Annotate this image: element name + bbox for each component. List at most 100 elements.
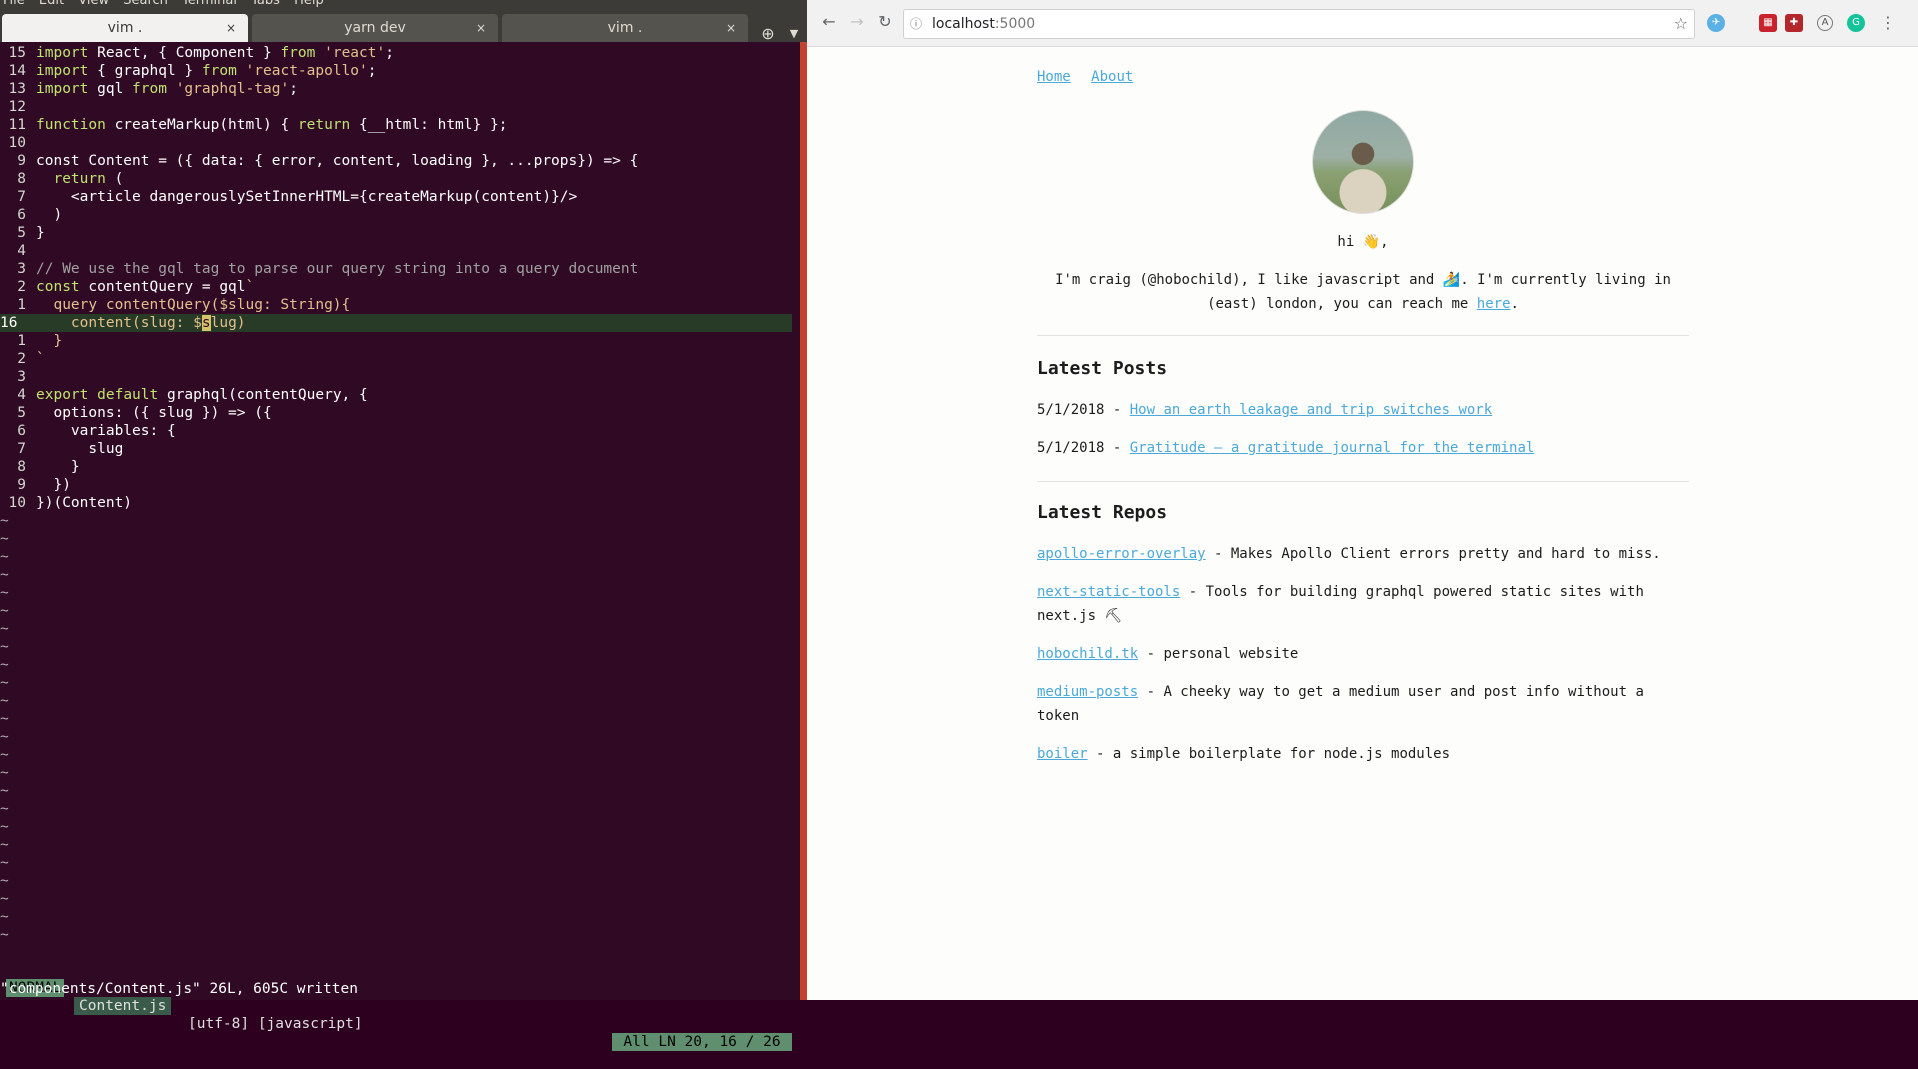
url-host: localhost (932, 16, 995, 32)
code-text: options: ({ slug }) => ({ (36, 405, 272, 421)
menu-help[interactable]: Help (294, 0, 324, 8)
code-line[interactable]: 1 query contentQuery($slug: String){ (0, 296, 792, 314)
address-bar[interactable]: ⓘ localhost:5000 ☆ (903, 9, 1695, 39)
code-line[interactable]: 14 import { graphql } from 'react-apollo'… (0, 62, 792, 80)
code-text: ) (36, 207, 63, 223)
code-line[interactable]: 7 slug (0, 440, 792, 458)
code-line[interactable]: 2 ` (0, 350, 792, 368)
post-separator: - (1104, 402, 1130, 418)
web-page: Home About hi 👋, I'm craig (@hobochild),… (807, 46, 1918, 1000)
line-number: 6 (17, 207, 26, 223)
back-icon[interactable]: ← (819, 12, 839, 32)
menu-file[interactable]: File (3, 0, 25, 8)
empty-line-marker: ~ (0, 675, 9, 691)
code-line[interactable]: 2 const contentQuery = gql` (0, 278, 792, 296)
list-item: medium-posts - A cheeky way to get a med… (1037, 680, 1689, 728)
line-number: 2 (17, 279, 26, 295)
post-date: 5/1/2018 (1037, 402, 1105, 418)
menu-tabs[interactable]: Tabs (251, 0, 280, 8)
code-line[interactable]: 7 <article dangerouslySetInnerHTML={crea… (0, 188, 792, 206)
repo-link[interactable]: medium-posts (1037, 684, 1138, 700)
line-number: 1 (17, 333, 26, 349)
info-icon[interactable]: ⓘ (910, 10, 922, 38)
empty-line-marker: ~ (0, 603, 9, 619)
repo-link[interactable]: hobochild.tk (1037, 646, 1138, 662)
code-line[interactable]: 15 import React, { Component } from 'reac… (0, 44, 792, 62)
latest-repos-heading: Latest Repos (1037, 502, 1168, 523)
code-line[interactable]: 1 } (0, 332, 792, 350)
repo-link[interactable]: boiler (1037, 746, 1088, 762)
close-icon[interactable]: × (726, 14, 736, 42)
code-line[interactable]: 5 options: ({ slug }) => ({ (0, 404, 792, 422)
reload-icon[interactable]: ↻ (875, 12, 895, 32)
code-text: import { graphql } from 'react-apollo'; (36, 63, 377, 79)
close-icon[interactable]: × (476, 14, 486, 42)
menu-search[interactable]: Search (123, 0, 168, 8)
code-line[interactable]: 4 export default graphql(contentQuery, { (0, 386, 792, 404)
code-line[interactable]: 8 return ( (0, 170, 792, 188)
code-line[interactable]: 5} (0, 224, 792, 242)
code-line[interactable]: 3 // We use the gql tag to parse our quer… (0, 260, 792, 278)
menu-view[interactable]: View (78, 0, 109, 8)
menu-edit[interactable]: Edit (39, 0, 64, 8)
code-line[interactable]: 4 (0, 242, 792, 260)
empty-line-marker: ~ (0, 819, 9, 835)
code-line[interactable]: 12 (0, 98, 792, 116)
extension-icon[interactable]: ▦ (1759, 14, 1777, 32)
empty-line-marker: ~ (0, 873, 9, 889)
extension-icon[interactable]: ✈ (1707, 14, 1725, 32)
extension-icon[interactable]: ✚ (1785, 14, 1803, 32)
code-line[interactable]: 6 variables: { (0, 422, 792, 440)
contact-link[interactable]: here (1477, 296, 1511, 312)
line-number: 1 (17, 297, 26, 313)
line-number: 2 (17, 351, 26, 367)
close-icon[interactable]: × (226, 14, 236, 42)
code-line[interactable]: 3 (0, 368, 792, 386)
line-number: 5 (17, 405, 26, 421)
code-text: } (36, 225, 45, 241)
nav-about-link[interactable]: About (1091, 69, 1133, 85)
code-line[interactable]: 11 function createMarkup(html) { return {… (0, 116, 792, 134)
forward-icon[interactable]: → (847, 12, 867, 32)
grammarly-icon[interactable]: G (1847, 14, 1865, 32)
extension-icon[interactable]: A (1817, 15, 1833, 31)
terminal-tab-vim-2[interactable]: vim . × (502, 14, 748, 42)
menu-kebab-icon[interactable]: ⋮ (1879, 14, 1897, 32)
line-number: 8 (17, 459, 26, 475)
chevron-down-icon[interactable]: ▼ (786, 24, 802, 44)
url-text: localhost:5000 (932, 10, 1035, 38)
code-line[interactable]: 8 } (0, 458, 792, 476)
terminal-tab-vim-1[interactable]: vim . × (2, 14, 248, 42)
browser-toolbar: ← → ↻ ⓘ localhost:5000 ☆ ✈ ▦ ✚ A G ⋮ (807, 0, 1918, 47)
code-line[interactable]: 9 }) (0, 476, 792, 494)
code-line[interactable]: 6 ) (0, 206, 792, 224)
code-text: const Content = ({ data: { error, conten… (36, 153, 639, 169)
latest-posts-heading: Latest Posts (1037, 358, 1168, 379)
terminal-tab-yarn-dev[interactable]: yarn dev × (252, 14, 498, 42)
intro-period: . (1510, 296, 1519, 312)
post-date: 5/1/2018 (1037, 440, 1105, 456)
line-number: 14 (8, 63, 26, 79)
list-item: 5/1/2018 - Gratitude — a gratitude journ… (1037, 436, 1689, 460)
post-link[interactable]: How an earth leakage and trip switches w… (1130, 402, 1492, 418)
post-link[interactable]: Gratitude — a gratitude journal for the … (1130, 440, 1535, 456)
code-line[interactable]: 13 import gql from 'graphql-tag'; (0, 80, 792, 98)
intro-line-1: I'm craig (@hobochild), I like javascrip… (1055, 272, 1671, 288)
code-line[interactable]: 9 const Content = ({ data: { error, conte… (0, 152, 792, 170)
cursor-line[interactable]: 16 content(slug: $slug) (0, 314, 792, 332)
line-number: 5 (17, 225, 26, 241)
empty-line-marker: ~ (0, 837, 9, 853)
repo-link[interactable]: next-static-tools (1037, 584, 1180, 600)
terminal-tabbar: vim . × yarn dev × vim . × ⊕ ▼ (0, 10, 807, 44)
bookmark-star-icon[interactable]: ☆ (1674, 10, 1688, 38)
repo-link[interactable]: apollo-error-overlay (1037, 546, 1206, 562)
list-item: hobochild.tk - personal website (1037, 642, 1689, 666)
code-line[interactable]: 10 (0, 134, 792, 152)
line-number: 7 (17, 189, 26, 205)
code-line[interactable]: 10})(Content) (0, 494, 792, 512)
new-tab-icon[interactable]: ⊕ (757, 24, 779, 44)
vim-editor[interactable]: 15 import React, { Component } from 'reac… (0, 44, 792, 956)
vim-statusline: NORMAL Content.js [utf-8] [javascript] A… (0, 961, 792, 1051)
menu-terminal[interactable]: Terminal (182, 0, 237, 8)
nav-home-link[interactable]: Home (1037, 69, 1071, 85)
